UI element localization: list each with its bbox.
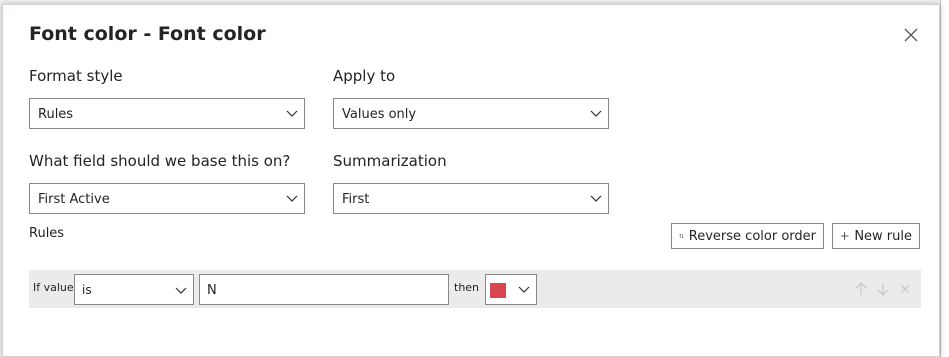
chevron-down-icon — [175, 287, 187, 294]
chevron-down-icon — [286, 195, 298, 202]
if-value-label: If value — [33, 281, 74, 294]
rules-label: Rules — [29, 226, 65, 241]
close-icon[interactable] — [901, 25, 921, 45]
summarization-value: First — [342, 192, 370, 207]
chevron-down-icon — [518, 286, 530, 293]
font-color-dialog: Font color - Font color Format style Rul… — [2, 4, 940, 357]
color-swatch — [490, 283, 506, 298]
chevron-down-icon — [590, 110, 602, 117]
move-up-icon[interactable] — [854, 281, 868, 297]
summarization-label: Summarization — [333, 152, 447, 170]
reverse-order-icon — [679, 233, 684, 239]
apply-to-label: Apply to — [333, 67, 396, 85]
rule-value-text: N — [207, 283, 217, 298]
then-label: then — [454, 281, 480, 294]
format-style-label: Format style — [29, 67, 123, 85]
color-picker[interactable] — [485, 274, 537, 305]
apply-to-value: Values only — [342, 107, 417, 122]
summarization-dropdown[interactable]: First — [333, 183, 609, 214]
format-style-dropdown[interactable]: Rules — [29, 98, 305, 129]
chevron-down-icon — [286, 110, 298, 117]
reverse-color-order-button[interactable]: Reverse color order — [671, 223, 824, 249]
new-rule-label: New rule — [854, 228, 912, 244]
reverse-color-order-label: Reverse color order — [688, 228, 816, 244]
new-rule-button[interactable]: New rule — [832, 223, 920, 249]
move-down-icon[interactable] — [876, 281, 890, 297]
background-panel-edge — [940, 0, 949, 357]
rule-value-input[interactable]: N — [199, 274, 449, 305]
chevron-down-icon — [590, 195, 602, 202]
rule-row: If value is N then — [29, 270, 921, 308]
delete-rule-icon[interactable] — [898, 281, 912, 297]
dialog-title: Font color - Font color — [29, 23, 266, 45]
base-field-dropdown[interactable]: First Active — [29, 183, 305, 214]
apply-to-dropdown[interactable]: Values only — [333, 98, 609, 129]
operator-value: is — [82, 283, 92, 297]
format-style-value: Rules — [38, 107, 74, 122]
plus-icon — [840, 232, 849, 240]
base-field-label: What field should we base this on? — [29, 152, 291, 170]
base-field-value: First Active — [38, 192, 110, 207]
operator-dropdown[interactable]: is — [74, 274, 194, 305]
